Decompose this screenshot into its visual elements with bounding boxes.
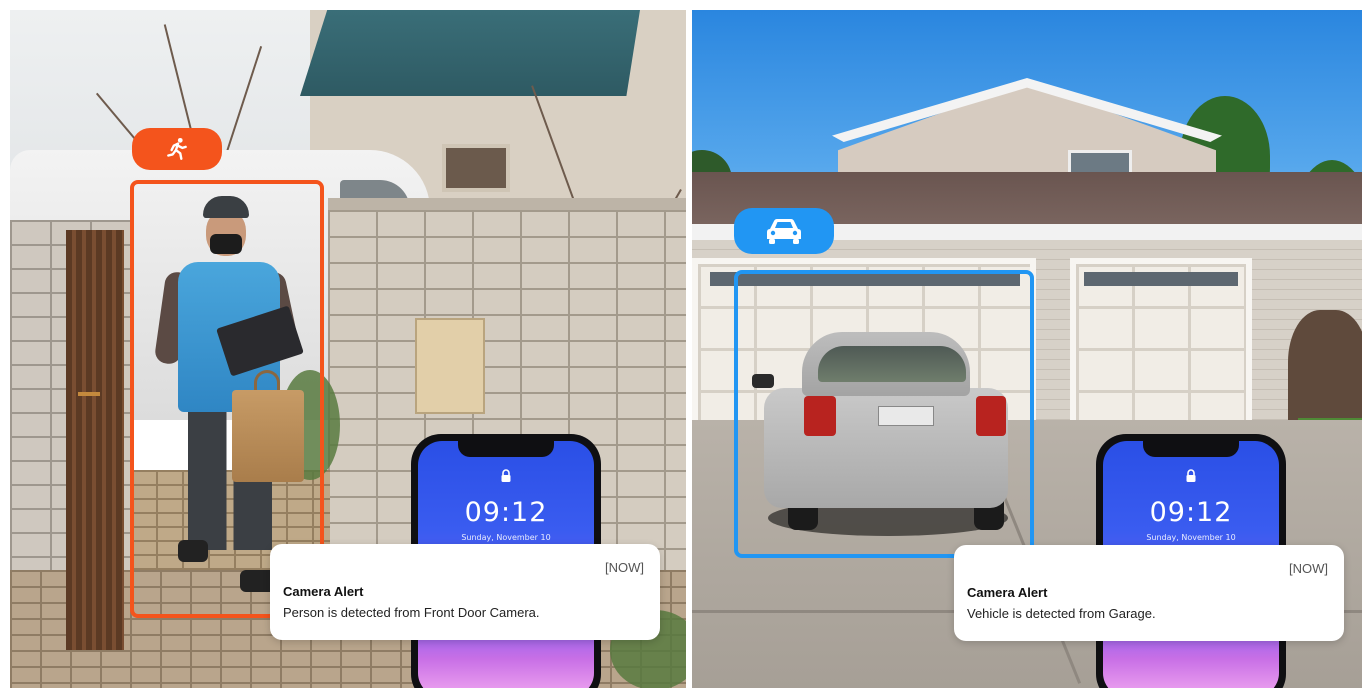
notification-timestamp: [NOW] [1289, 561, 1328, 576]
camera-alert-notification[interactable]: [NOW] Camera Alert Person is detected fr… [270, 544, 660, 640]
wooden-gate [66, 230, 124, 650]
house-window [442, 144, 510, 192]
lock-icon [1186, 469, 1196, 482]
notification-timestamp: [NOW] [605, 560, 644, 575]
car-icon [767, 219, 801, 244]
person-detection-badge [132, 128, 222, 170]
garage-camera-view: 09:12 Sunday, November 10 [NOW] Camera A… [692, 10, 1362, 688]
camera-alert-notification[interactable]: [NOW] Camera Alert Vehicle is detected f… [954, 545, 1344, 641]
phone-date: Sunday, November 10 [1146, 533, 1236, 542]
front-door-camera-view: 09:12 Sunday, November 10 [NOW] Camera A… [10, 10, 686, 688]
vehicle-detection-badge [734, 208, 834, 254]
notification-message: Person is detected from Front Door Camer… [283, 605, 540, 620]
notification-title: Camera Alert [283, 584, 364, 599]
phone-date: Sunday, November 10 [461, 533, 551, 542]
running-person-icon [167, 137, 187, 160]
house-roof [300, 10, 640, 96]
notification-title: Camera Alert [967, 585, 1048, 600]
garage-door-windows [1084, 272, 1238, 286]
vehicle-detection-box [734, 270, 1034, 558]
phone-notch [1143, 441, 1239, 457]
notification-message: Vehicle is detected from Garage. [967, 606, 1156, 621]
phone-notch [458, 441, 554, 457]
phone-clock: 09:12 [1149, 497, 1233, 528]
phone-clock: 09:12 [464, 497, 548, 528]
wall-panel [415, 318, 485, 414]
gate-handle [78, 392, 100, 396]
lock-icon [501, 469, 511, 482]
